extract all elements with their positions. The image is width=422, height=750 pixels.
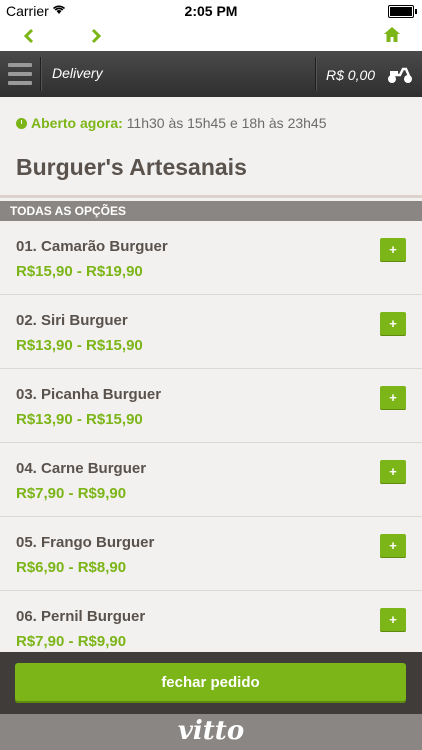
navigation-bar [0, 22, 422, 51]
product-price: R$7,90 - R$9,90 [16, 485, 127, 502]
product-name: 05. Frango Burguer [16, 534, 155, 551]
clock-icon [16, 118, 27, 129]
menu-icon[interactable] [8, 63, 32, 85]
product-name: 04. Carne Burguer [16, 460, 147, 477]
add-item-button[interactable]: + [380, 460, 406, 484]
list-item[interactable]: 03. Picanha Burguer R$13,90 - R$15,90 + [0, 369, 422, 443]
product-price: R$13,90 - R$15,90 [16, 337, 143, 354]
list-item[interactable]: 02. Siri Burguer R$13,90 - R$15,90 + [0, 295, 422, 369]
chevron-left-icon[interactable] [22, 28, 36, 44]
battery-icon [388, 5, 417, 18]
header-divider [40, 57, 42, 91]
add-item-button[interactable]: + [380, 312, 406, 336]
title-divider [0, 195, 422, 198]
section-header: TODAS AS OPÇÕES [0, 201, 422, 221]
section-header-label: TODAS AS OPÇÕES [10, 204, 127, 218]
product-name: 02. Siri Burguer [16, 312, 128, 329]
product-price: R$15,90 - R$19,90 [16, 263, 143, 280]
brand-bar: vitto [0, 714, 422, 750]
header-divider [315, 57, 317, 91]
clock-time: 2:05 PM [184, 3, 238, 19]
add-item-button[interactable]: + [380, 534, 406, 558]
delivery-label: Delivery [52, 65, 103, 81]
chevron-right-icon[interactable] [89, 28, 103, 44]
product-name: 06. Pernil Burguer [16, 608, 146, 625]
add-item-button[interactable]: + [380, 386, 406, 410]
list-item[interactable]: 04. Carne Burguer R$7,90 - R$9,90 + [0, 443, 422, 517]
cart-total[interactable]: R$ 0,00 [326, 67, 375, 83]
list-item[interactable]: 05. Frango Burguer R$6,90 - R$8,90 + [0, 517, 422, 591]
open-now-label: Aberto agora: [31, 115, 123, 131]
opening-hours: Aberto agora: 11h30 às 15h45 e 18h às 23… [16, 115, 327, 131]
product-price: R$7,90 - R$9,90 [16, 633, 127, 650]
hours-text: 11h30 às 15h45 e 18h às 23h45 [126, 115, 327, 131]
checkout-button[interactable]: fechar pedido [15, 663, 406, 703]
product-name: 01. Camarão Burguer [16, 238, 168, 255]
product-price: R$6,90 - R$8,90 [16, 559, 127, 576]
home-icon[interactable] [383, 26, 401, 43]
product-list: 01. Camarão Burguer R$15,90 - R$19,90 + … [0, 221, 422, 665]
product-price: R$13,90 - R$15,90 [16, 411, 143, 428]
list-item[interactable]: 01. Camarão Burguer R$15,90 - R$19,90 + [0, 221, 422, 295]
checkout-bar: fechar pedido [0, 652, 422, 714]
status-bar: Carrier 2:05 PM [0, 0, 422, 22]
product-name: 03. Picanha Burguer [16, 386, 162, 403]
brand-logo: vitto [177, 716, 245, 746]
add-item-button[interactable]: + [380, 608, 406, 632]
app-header: Delivery R$ 0,00 [0, 51, 422, 97]
scooter-icon[interactable] [386, 63, 414, 85]
add-item-button[interactable]: + [380, 238, 406, 262]
category-title: Burguer's Artesanais [16, 154, 247, 180]
